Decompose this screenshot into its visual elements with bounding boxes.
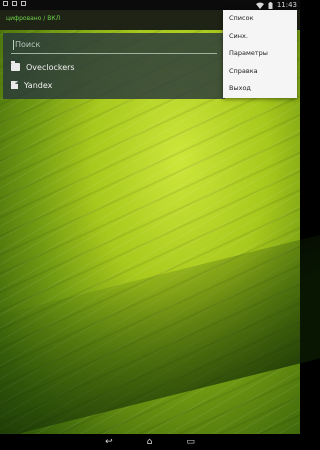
list-item-label: Oveclockers bbox=[26, 62, 75, 72]
search-input[interactable]: Поиск bbox=[11, 39, 217, 54]
list-item-yandex[interactable]: Yandex bbox=[11, 78, 217, 92]
status-left-icons bbox=[3, 1, 26, 6]
menu-item-help[interactable]: Справка bbox=[223, 63, 297, 81]
recent-apps-icon[interactable]: ▭ bbox=[186, 434, 195, 450]
image-icon bbox=[12, 1, 17, 6]
search-placeholder: Поиск bbox=[15, 40, 41, 49]
folder-icon bbox=[11, 61, 20, 71]
navigation-bar: ↩ ⌂ ▭ bbox=[0, 434, 300, 450]
status-time: 11:43 bbox=[276, 1, 297, 9]
menu-item-list[interactable]: Список bbox=[223, 10, 297, 28]
menu-item-sync[interactable]: Синх. bbox=[223, 28, 297, 46]
status-bar: 11:43 bbox=[0, 0, 300, 10]
battery-icon bbox=[268, 1, 273, 9]
notification-icon bbox=[3, 1, 8, 6]
document-icon bbox=[11, 81, 18, 89]
status-right: 11:43 bbox=[255, 0, 297, 10]
bag-icon bbox=[21, 1, 26, 6]
overflow-menu: Список Синх. Параметры Справка Выход bbox=[223, 10, 297, 98]
list-item-label: Yandex bbox=[24, 80, 53, 90]
menu-item-exit[interactable]: Выход bbox=[223, 80, 297, 98]
back-icon[interactable]: ↩ bbox=[105, 434, 113, 450]
menu-item-settings[interactable]: Параметры bbox=[223, 45, 297, 63]
wifi-icon bbox=[255, 2, 264, 9]
list-item-oveclockers[interactable]: Oveclockers bbox=[11, 60, 217, 74]
bookmarks-panel: Поиск Oveclockers Yandex bbox=[3, 33, 225, 99]
action-bar-title: цифровано / ВКЛ bbox=[6, 15, 61, 22]
text-caret bbox=[13, 40, 14, 50]
home-icon[interactable]: ⌂ bbox=[147, 434, 153, 450]
